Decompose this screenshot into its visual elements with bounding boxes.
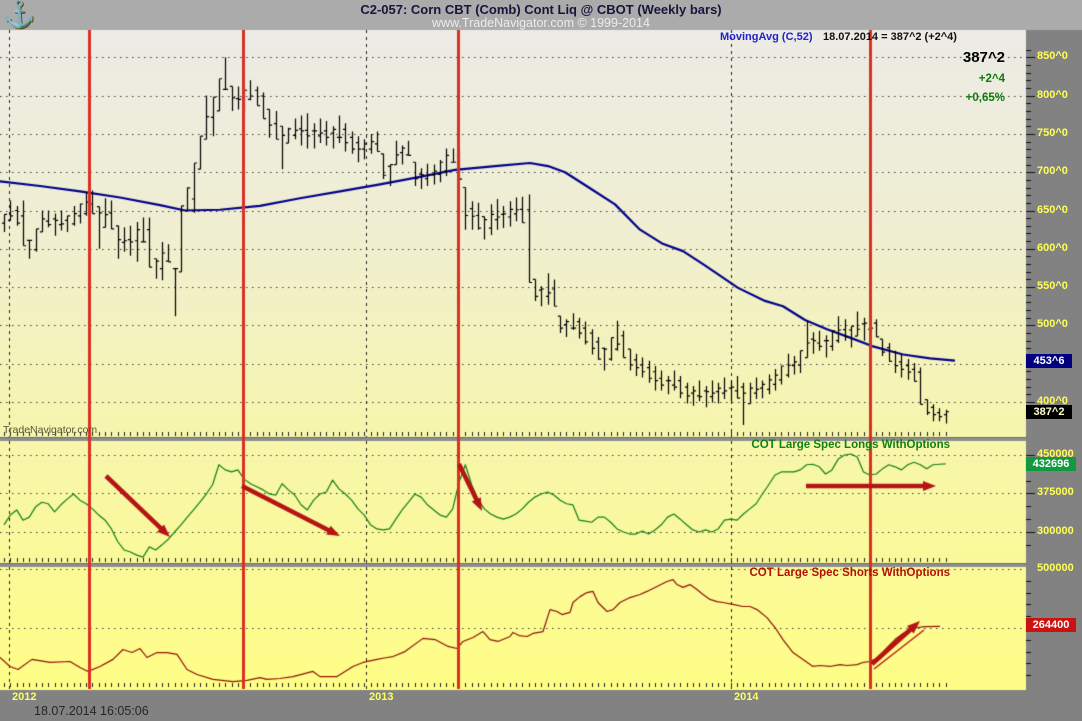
price-axis-label: 800^0 xyxy=(1037,88,1068,101)
last-price: 387^2 xyxy=(962,49,1005,66)
x-axis-year-label: 2013 xyxy=(369,691,394,703)
chart-subtitle: www.TradeNavigator.com © 1999-2014 xyxy=(432,16,650,30)
cot-longs-value-badge: 432696 xyxy=(1026,456,1076,471)
cot-longs-panel-label: COT Large Spec Longs WithOptions xyxy=(751,439,950,451)
price-change: +2^4 xyxy=(978,73,1005,85)
price-axis-label: 850^0 xyxy=(1037,50,1068,63)
ma-value-badge: 453^6 xyxy=(1026,353,1072,368)
cot-longs-axis-label: 300000 xyxy=(1037,524,1074,537)
indicator-readout: 18.07.2014 = 387^2 (+2^4) xyxy=(823,31,957,43)
price-axis-label: 550^0 xyxy=(1037,280,1068,293)
price-axis-label: 650^0 xyxy=(1037,203,1068,216)
cot-longs-axis-label: 375000 xyxy=(1037,486,1074,499)
price-axis-label: 600^0 xyxy=(1037,241,1068,254)
price-axis-label: 700^0 xyxy=(1037,165,1068,178)
chart-canvas xyxy=(0,0,1082,721)
chart-title: C2-057: Corn CBT (Comb) Cont Liq @ CBOT … xyxy=(360,2,722,17)
price-axis-label: 500^0 xyxy=(1037,318,1068,331)
last-price-badge: 387^2 xyxy=(1026,404,1072,419)
x-axis-year-label: 2012 xyxy=(12,691,37,703)
trade-navigator-chart-window: ⚓ C2-057: Corn CBT (Comb) Cont Liq @ CBO… xyxy=(0,0,1082,721)
status-timestamp: 18.07.2014 16:05:06 xyxy=(34,704,149,718)
cot-shorts-axis-label: 500000 xyxy=(1037,562,1074,574)
watermark: TradeNavigator.com xyxy=(3,424,98,436)
price-change-percent: +0,65% xyxy=(965,92,1005,104)
price-axis-label: 750^0 xyxy=(1037,126,1068,139)
cot-shorts-value-badge: 264400 xyxy=(1026,617,1076,632)
indicator-name: MovingAvg (C,52) xyxy=(720,31,813,43)
cot-shorts-panel-label: COT Large Spec Shorts WithOptions xyxy=(749,567,950,579)
x-axis-year-label: 2014 xyxy=(734,691,759,703)
